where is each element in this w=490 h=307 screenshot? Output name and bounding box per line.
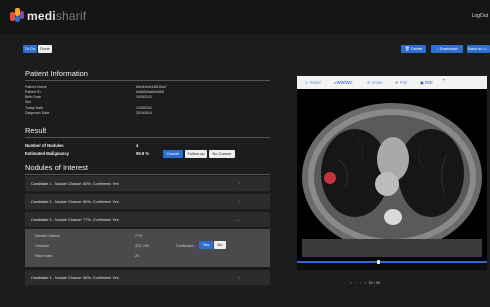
brand-name: medisharif <box>27 8 87 23</box>
pan-tool[interactable]: ✥ Pan <box>395 80 407 85</box>
last-icon[interactable]: » <box>364 281 366 285</box>
zoom-tool[interactable]: ⊕ Zoom <box>367 80 382 85</box>
wwwc-tool[interactable]: ◐WW/WC <box>334 80 353 85</box>
zoom-icon: ⊕ <box>367 80 371 85</box>
slice-slider-thumb[interactable] <box>377 260 380 264</box>
today-date-value: 19350101 <box>136 106 152 110</box>
candidate-label: Candidate 4 - Nodule Chance: 96%, Confir… <box>31 276 119 280</box>
nodules-title: Nodules of Interest <box>25 163 88 172</box>
today-date-label: Today Date <box>25 106 44 110</box>
chevron-right-icon: › <box>238 275 240 280</box>
patient-id-label: Patient ID <box>25 90 41 94</box>
dicom-viewer: ↻ Reset ◐WW/WC ⊕ Zoom ✥ Pan ▣ ROI + <box>297 76 487 270</box>
viewer-toolbar: ↻ Reset ◐WW/WC ⊕ Zoom ✥ Pan ▣ ROI + <box>297 76 487 89</box>
nodule-chance-value: 77% <box>135 234 143 238</box>
slice-pager: « ‹ › » 32 / 90 <box>350 281 380 285</box>
divider <box>25 80 270 81</box>
candidate-label: Candidate 2 - Nodule Chance: 80%, Confir… <box>31 200 119 204</box>
malignancy-label: Estimated Malignancy <box>25 151 69 156</box>
reset-tool[interactable]: ↻ Reset <box>305 80 321 85</box>
patient-id-value: f4dbff49a8fe8db5 <box>136 90 164 94</box>
prev-icon[interactable]: ‹ <box>355 281 356 285</box>
back-to-list-button[interactable]: Back to Li... <box>467 45 490 53</box>
ct-slice <box>302 103 482 257</box>
chevron-right-icon: › <box>238 199 240 204</box>
centroid-label: Centroid <box>35 244 49 248</box>
follow-up-button[interactable]: Follow up <box>185 150 207 158</box>
logo-icon <box>10 8 24 23</box>
centroid-value: 372, 230 <box>135 244 149 248</box>
birth-date-label: Birth Date <box>25 95 41 99</box>
confirmed-label: Confirmed: <box>176 244 194 248</box>
result-title: Result <box>25 126 47 135</box>
candidate-label: Candidate 1 - Nodule Chance: 83%, Confir… <box>31 182 119 186</box>
slice-index-value: 20 <box>135 254 139 258</box>
download-button[interactable]: ↓ Download <box>431 45 463 53</box>
reset-icon: ↻ <box>305 80 309 85</box>
todo-button[interactable]: To Do <box>23 45 37 53</box>
confirm-no-button[interactable]: No <box>214 241 226 249</box>
delete-button[interactable]: 🗑 Delete <box>401 45 426 53</box>
candidate-detail-panel: Nodule Chance 77% Centroid 372, 230 Conf… <box>25 229 270 267</box>
first-icon[interactable]: « <box>350 281 352 285</box>
roi-tool[interactable]: ▣ ROI <box>420 80 433 85</box>
candidate-row-3[interactable]: Candidate 3 - Nodule Chance: 77%, Confir… <box>25 212 270 228</box>
add-tool-button[interactable]: + <box>442 78 446 84</box>
logout-link[interactable]: LogOut <box>472 13 488 19</box>
malignancy-value: 99.8 % <box>136 151 150 156</box>
diagnosis-date-label: Diagnosis Date <box>25 111 50 115</box>
roi-icon: ▣ <box>420 80 424 85</box>
sex-label: Sex <box>25 100 32 104</box>
birth-date-value: 19350101 <box>136 95 152 99</box>
ct-scan-image[interactable] <box>297 89 487 261</box>
chevron-down-icon: ⌄ <box>236 217 240 222</box>
patient-name-value: b8cfe4eb448156a7 <box>136 85 167 89</box>
candidate-row-1[interactable]: Candidate 1 - Nodule Chance: 83%, Confir… <box>25 176 270 192</box>
next-icon[interactable]: › <box>360 281 361 285</box>
slice-slider-track[interactable] <box>297 261 487 263</box>
top-bar: medisharif LogOut <box>0 0 490 34</box>
done-button[interactable]: Done <box>38 45 52 53</box>
patient-name-label: Patient Name <box>25 85 47 89</box>
slice-index-label: Slice index <box>35 254 53 258</box>
nodule-marker[interactable] <box>324 172 336 184</box>
confirm-yes-button[interactable]: Yes <box>199 241 213 249</box>
chevron-right-icon: › <box>238 181 240 186</box>
diagnosis-date-value: 20190614 <box>136 111 152 115</box>
pan-icon: ✥ <box>395 80 399 85</box>
app-logo[interactable]: medisharif <box>10 8 86 23</box>
divider <box>25 137 270 138</box>
divider <box>25 174 270 175</box>
no-cancer-button[interactable]: No Cancer <box>209 150 235 158</box>
candidate-label: Candidate 3 - Nodule Chance: 77%, Confir… <box>31 218 119 222</box>
patient-info-title: Patient Information <box>25 69 88 78</box>
cancer-button[interactable]: Cancer <box>163 150 183 158</box>
nodules-count-label: Number of Nodules <box>25 143 64 148</box>
nodules-count-value: 4 <box>136 143 139 148</box>
candidate-row-2[interactable]: Candidate 2 - Nodule Chance: 80%, Confir… <box>25 194 270 210</box>
nodule-chance-label: Nodule Chance <box>35 234 60 238</box>
slice-counter: 32 / 90 <box>368 281 381 285</box>
candidate-row-4[interactable]: Candidate 4 - Nodule Chance: 96%, Confir… <box>25 270 270 286</box>
